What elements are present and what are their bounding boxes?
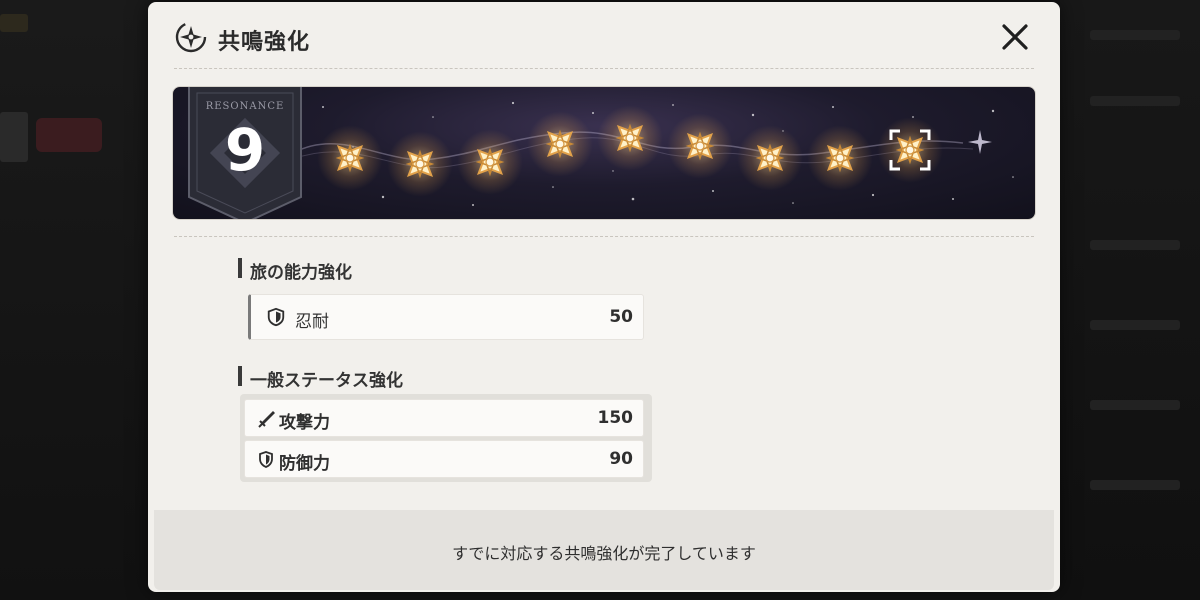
close-icon[interactable] [1000,22,1030,52]
resonance-node[interactable] [527,111,593,177]
background-left-panel [0,0,150,600]
sword-icon [258,411,275,428]
resonance-star-icon [475,147,505,177]
resonance-node[interactable] [387,131,453,197]
shield-icon [267,307,285,327]
resonance-node[interactable] [737,125,803,191]
resonance-star-icon [335,143,365,173]
resonance-star-icon [545,129,575,159]
locked-star-icon [968,130,992,154]
background-element [1090,400,1180,410]
resonance-compass-icon [175,21,207,53]
background-element [36,118,102,152]
background-element [0,112,28,162]
background-element [1090,96,1180,106]
background-element [0,14,28,32]
resonance-node[interactable] [457,129,523,195]
resonance-star-icon [615,123,645,153]
travel-section-title: 旅の能力強化 [250,263,352,283]
resonance-label: RESONANCE [205,101,285,112]
stat-label: 攻撃力 [279,413,330,433]
stats-group: 攻撃力 150 防御力 90 [240,394,652,482]
section-marker [238,366,242,386]
resonance-node[interactable] [807,125,873,191]
stat-value: 50 [609,307,633,327]
stats-section-title: 一般ステータス強化 [250,371,403,391]
section-marker [238,258,242,278]
stat-label: 防御力 [279,454,330,474]
status-message: すでに対応する共鳴強化が完了しています [452,544,756,563]
background-right-panel [1060,0,1200,600]
stat-row-defense: 防御力 90 [244,440,644,478]
shield-icon [259,451,273,468]
background-element [1090,320,1180,330]
stat-row-endurance: 忍耐 50 [248,294,644,340]
background-element [1090,480,1180,490]
resonance-node[interactable] [317,125,383,191]
resonance-star-icon [685,131,715,161]
resonance-node[interactable] [877,117,943,183]
modal-header: 共鳴強化 [148,2,1060,68]
resonance-modal: 共鳴強化 RESONANCE 9 旅の能力強化 忍耐 50 一般ステータス強化 … [148,2,1060,592]
background-element [1090,30,1180,40]
resonance-level: 9 [224,116,266,184]
resonance-node[interactable] [597,105,663,171]
stat-row-attack: 攻撃力 150 [244,399,644,437]
background-element [1090,240,1180,250]
divider [174,236,1034,237]
page-title: 共鳴強化 [218,30,311,55]
resonance-star-icon [405,149,435,179]
resonance-star-icon [755,143,785,173]
stat-value: 90 [609,449,633,469]
stat-label: 忍耐 [295,312,329,332]
resonance-star-icon [889,129,931,171]
resonance-star-icon [825,143,855,173]
divider [174,68,1034,69]
stat-value: 150 [597,408,634,428]
status-footer: すでに対応する共鳴強化が完了しています [154,510,1054,590]
resonance-banner: RESONANCE 9 [172,86,1036,220]
resonance-node[interactable] [667,113,733,179]
